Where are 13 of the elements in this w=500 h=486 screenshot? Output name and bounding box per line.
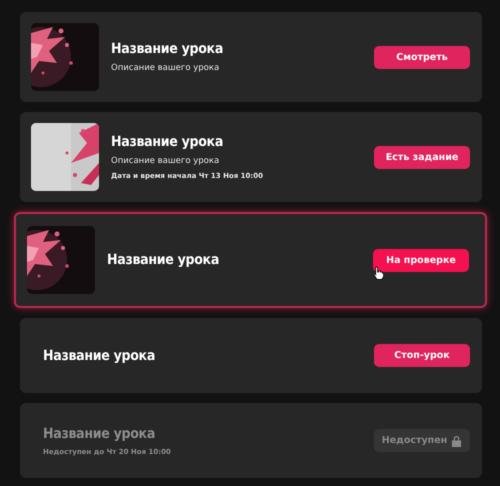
lesson-description: Описание вашего урока <box>111 63 220 73</box>
hand-cursor-icon <box>373 266 384 280</box>
lesson-title: Название урока <box>111 41 224 57</box>
lesson-button[interactable]: Смотреть <box>374 46 470 68</box>
lesson-button[interactable]: На проверке <box>373 248 469 272</box>
lesson-description: Описание вашего урока <box>111 156 220 166</box>
lesson-button[interactable]: Есть задание <box>374 146 470 168</box>
lesson-title: Название урока <box>43 426 156 442</box>
lesson-button[interactable]: Стоп-урок <box>374 344 470 367</box>
lesson-title: Название урока <box>43 348 156 364</box>
lesson-title: Название урока <box>111 134 224 150</box>
lesson-title: Название урока <box>107 252 220 268</box>
lock-icon <box>451 434 462 446</box>
